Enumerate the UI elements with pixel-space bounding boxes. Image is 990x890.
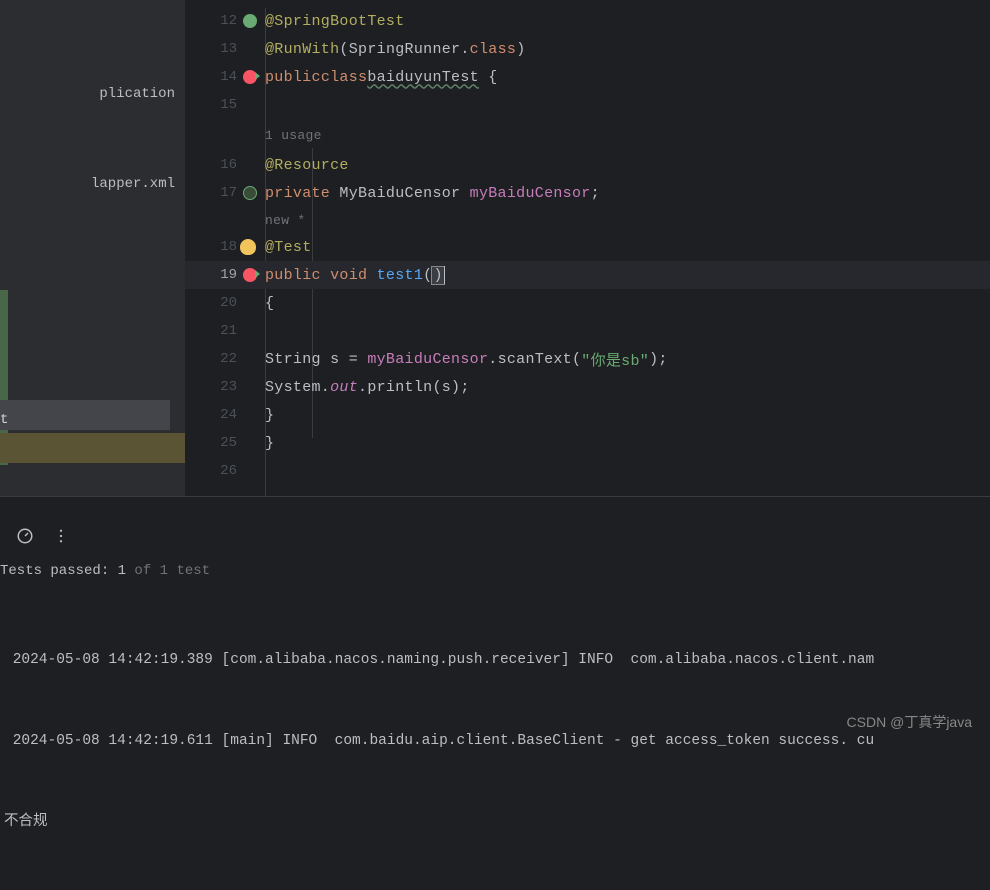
gutter-line[interactable]: 26 [185,457,265,485]
line-number: 14 [220,69,237,85]
watermark: CSDN @丁真学java [847,712,972,732]
gutter-hint-spacer [185,207,265,233]
line-number: 24 [220,407,237,423]
usage-hint[interactable]: 1 usage [265,128,322,143]
annotation: @RunWith [265,41,339,58]
gutter-line[interactable]: 19 [185,261,265,289]
code-line[interactable] [265,317,990,345]
code-line[interactable]: @SpringBootTest [265,7,990,35]
console-line: 2024-05-08 14:42:19.389 [com.alibaba.nac… [4,647,990,674]
line-number: 26 [220,463,237,479]
string-literal: "你是sb" [581,349,649,370]
gutter-line[interactable]: 17 [185,179,265,207]
code-line[interactable]: } [265,401,990,429]
sidebar-selection-bg [0,400,170,430]
gauge-icon[interactable] [16,527,34,545]
line-number: 20 [220,295,237,311]
gutter-hint-spacer [185,119,265,151]
line-number: 16 [220,157,237,173]
annotation: @Test [265,239,312,256]
status-suffix: of 1 test [126,563,210,579]
test-results-panel[interactable]: Tests passed: 1 of 1 test 2024-05-08 14:… [0,496,990,746]
project-sidebar[interactable]: plication lapper.xml t [0,0,185,496]
annotation: @SpringBootTest [265,13,405,30]
code-line[interactable]: public class baiduyunTest { [265,63,990,91]
gutter-line[interactable]: 16 [185,151,265,179]
code-line[interactable]: @Resource [265,151,990,179]
code-line-hint[interactable]: 1 usage [265,119,990,151]
line-number: 15 [220,97,237,113]
code-line[interactable]: @Test [265,233,990,261]
code-line[interactable]: String s = myBaiduCensor.scanText("你是sb"… [265,345,990,373]
line-number: 25 [220,435,237,451]
bean-icon[interactable] [243,186,257,200]
spring-icon[interactable] [243,14,257,28]
sidebar-item-selected[interactable]: t [0,406,8,434]
status-count: 1 [118,563,126,579]
gutter-line[interactable]: 25 [185,429,265,457]
code-line[interactable]: @RunWith(SpringRunner.class) [265,35,990,63]
gutter-line[interactable]: 21 [185,317,265,345]
gutter-line[interactable]: 14 [185,63,265,91]
sidebar-current-bg [0,433,185,463]
code-line[interactable]: private MyBaiduCensor myBaiduCensor; [265,179,990,207]
code-line[interactable]: { [265,289,990,317]
method-name: test1 [377,267,424,284]
code-line-active[interactable]: public void test1() [265,261,990,289]
gutter-line[interactable]: 24 [185,401,265,429]
lightbulb-icon[interactable] [240,239,256,255]
line-number: 19 [220,267,237,283]
test-toolbar [0,497,990,553]
console-output[interactable]: 2024-05-08 14:42:19.389 [com.alibaba.nac… [0,593,990,890]
console-line: 不合规 [4,809,990,836]
line-number: 21 [220,323,237,339]
class-name: baiduyunTest [367,69,479,86]
gutter-line[interactable]: 20 [185,289,265,317]
field-name: myBaiduCensor [470,185,591,202]
code-editor[interactable]: @SpringBootTest @RunWith(SpringRunner.cl… [265,0,990,496]
text-caret [444,266,445,284]
new-hint[interactable]: new * [265,213,306,228]
gutter-line[interactable]: 15 [185,91,265,119]
gutter-line[interactable]: 12 [185,7,265,35]
test-status-bar: Tests passed: 1 of 1 test [0,553,990,593]
status-prefix: Tests passed: [0,563,118,579]
more-icon[interactable] [52,527,70,545]
run-test-icon[interactable] [243,70,257,84]
line-number: 13 [220,41,237,57]
line-number: 22 [220,351,237,367]
line-number: 18 [220,239,237,255]
sidebar-item-application[interactable]: plication [0,80,175,108]
console-line: 2024-05-08 14:42:19.611 [main] INFO com.… [4,728,990,755]
gutter-line[interactable]: 22 [185,345,265,373]
annotation: @Resource [265,157,349,174]
line-number: 17 [220,185,237,201]
sidebar-item-mapper[interactable]: lapper.xml [0,170,175,198]
line-number: 23 [220,379,237,395]
code-line-hint[interactable]: new * [265,207,990,233]
code-line[interactable]: System.out.println(s); [265,373,990,401]
run-test-icon[interactable] [243,268,257,282]
line-number: 12 [220,13,237,29]
code-line[interactable] [265,91,990,119]
code-line[interactable]: } [265,429,990,457]
gutter-line[interactable]: 23 [185,373,265,401]
gutter-line[interactable]: 13 [185,35,265,63]
